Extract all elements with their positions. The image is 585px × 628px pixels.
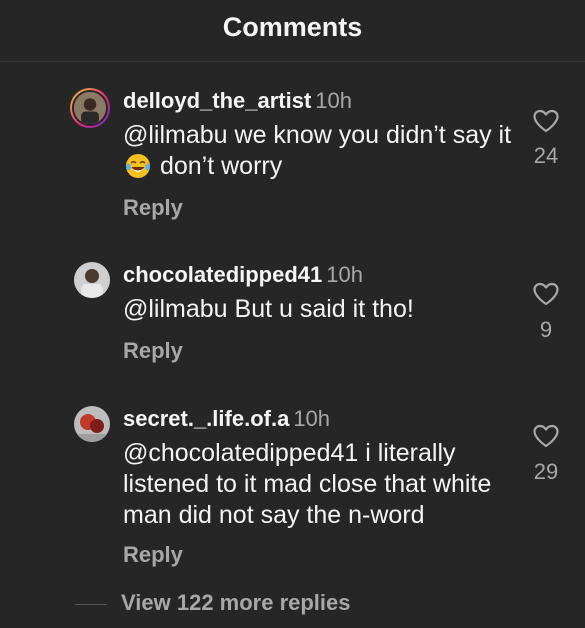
avatar[interactable] xyxy=(74,406,110,442)
comment-username[interactable]: chocolatedipped41 xyxy=(123,262,322,287)
comment-text: @lilmabu But u said it tho! xyxy=(123,295,414,323)
view-more-replies-button[interactable]: View 122 more replies xyxy=(75,590,375,620)
avatar-photo xyxy=(74,262,110,298)
comment-username[interactable]: delloyd_the_artist xyxy=(123,88,311,113)
heart-icon[interactable] xyxy=(532,282,560,306)
comment-text-part: don’t worry xyxy=(159,152,283,180)
comment-username[interactable]: secret._.life.of.a xyxy=(123,406,289,431)
like-count: 9 xyxy=(539,317,553,342)
comment-text-part: @lilmabu we know you didn’t say it xyxy=(123,121,512,149)
like-count: 29 xyxy=(533,459,559,484)
comment-time: 10h xyxy=(293,406,331,431)
comments-header: Comments xyxy=(0,0,585,62)
avatar-photo xyxy=(74,406,110,442)
comment-text: @chocolatedipped41 i literally listened … xyxy=(123,439,492,529)
heart-icon[interactable] xyxy=(532,424,560,448)
comment-meta: delloyd_the_artist 10h xyxy=(123,88,352,114)
divider-line xyxy=(75,604,107,605)
avatar-photo xyxy=(74,92,106,124)
like-count: 24 xyxy=(533,143,559,168)
avatar[interactable] xyxy=(74,262,110,298)
reply-button[interactable]: Reply xyxy=(123,542,183,568)
comment-meta: chocolatedipped41 10h xyxy=(123,262,363,288)
face-with-tears-of-joy-icon xyxy=(125,153,151,179)
comment-text: @lilmabu we know you didn’t say it don’t… xyxy=(123,120,518,182)
comment-time: 10h xyxy=(315,88,352,113)
page-title: Comments xyxy=(222,12,363,42)
view-more-replies-label: View 122 more replies xyxy=(121,590,351,615)
avatar[interactable] xyxy=(70,88,110,128)
comment-meta: secret._.life.of.a 10h xyxy=(123,406,330,432)
comment-time: 10h xyxy=(326,262,363,287)
heart-icon[interactable] xyxy=(532,109,560,133)
reply-button[interactable]: Reply xyxy=(123,195,183,221)
reply-button[interactable]: Reply xyxy=(123,338,183,364)
